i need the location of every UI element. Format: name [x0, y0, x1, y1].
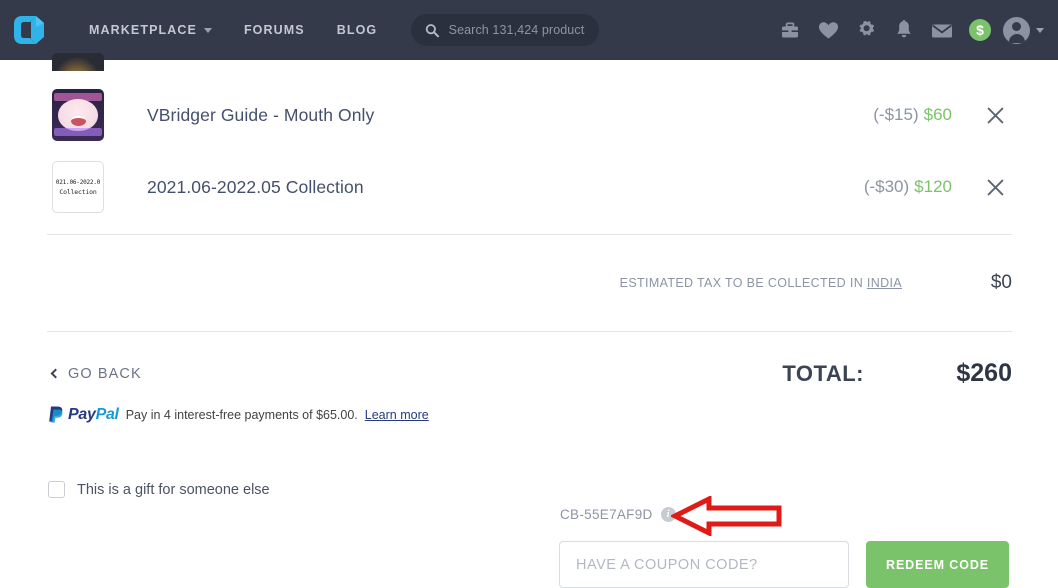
avatar-icon — [1003, 16, 1030, 44]
close-icon — [987, 107, 1003, 123]
coupon-input[interactable]: HAVE A COUPON CODE? — [559, 541, 849, 588]
applied-coupon-row: CB-55E7AF9D i — [560, 507, 676, 522]
nav-item-forums[interactable]: FORUMS — [228, 23, 321, 37]
total-label: TOTAL: — [782, 361, 864, 386]
go-back-button[interactable]: GO BACK — [50, 365, 142, 382]
search-placeholder: Search 131,424 products — [448, 23, 586, 37]
cart-item-right: (-$15) $60 — [873, 98, 1012, 132]
tax-country-link[interactable]: INDIA — [867, 276, 902, 290]
divider — [47, 331, 1012, 332]
divider — [47, 234, 1012, 235]
tax-row: ESTIMATED TAX TO BE COLLECTED IN INDIA $… — [52, 272, 1012, 294]
cart-item-price: (-$30) $120 — [864, 177, 952, 197]
cart-item-discount: (-$15) — [873, 105, 919, 124]
paypal-brand-second: Pal — [95, 405, 119, 423]
go-back-label: GO BACK — [68, 365, 142, 382]
product-thumbnail[interactable]: 021.06-2022.0 Collection — [52, 161, 104, 213]
cubebrush-logo-icon — [14, 16, 44, 44]
bell-icon[interactable] — [885, 11, 923, 49]
redeem-code-button[interactable]: REDEEM CODE — [866, 541, 1009, 588]
checkout-page: VBridger Guide - Mouth Only (-$15) $60 02… — [0, 53, 1058, 588]
thumbnail-text-line1: 021.06-2022.0 — [55, 178, 101, 186]
close-icon — [987, 179, 1003, 195]
paypal-logo-icon: PayPal — [48, 405, 119, 424]
product-thumbnail — [52, 53, 104, 71]
heart-icon[interactable] — [809, 11, 847, 49]
remove-item-button[interactable] — [978, 170, 1012, 204]
nav-label-blog: BLOG — [336, 23, 378, 37]
total-group: TOTAL: $260 — [782, 359, 1012, 388]
dollar-coin-icon[interactable]: $ — [961, 11, 999, 49]
thumbnail-text-line2: Collection — [59, 187, 97, 196]
paypal-learn-more-link[interactable]: Learn more — [365, 408, 429, 422]
gift-option: This is a gift for someone else — [48, 481, 270, 498]
total-row: GO BACK TOTAL: $260 — [50, 359, 1012, 388]
cart-item-price: (-$15) $60 — [873, 105, 952, 125]
paypal-message: Pay in 4 interest-free payments of $65.0… — [125, 407, 358, 422]
cart-item-discount: (-$30) — [863, 177, 910, 196]
cart-item-title[interactable]: VBridger Guide - Mouth Only — [147, 105, 374, 126]
site-logo[interactable] — [7, 8, 51, 52]
gift-label: This is a gift for someone else — [77, 481, 270, 498]
coupon-placeholder: HAVE A COUPON CODE? — [576, 556, 758, 573]
cart-item-title[interactable]: 2021.06-2022.05 Collection — [147, 177, 364, 198]
cart-item-right: (-$30) $120 — [864, 170, 1012, 204]
tax-label-text: ESTIMATED TAX TO BE COLLECTED IN — [619, 276, 864, 290]
left-pointing-arrow-icon — [669, 494, 782, 538]
gift-checkbox[interactable] — [48, 481, 65, 498]
tax-label: ESTIMATED TAX TO BE COLLECTED IN INDIA — [620, 276, 902, 290]
chevron-down-icon — [1036, 27, 1044, 33]
cart-item-row: 021.06-2022.0 Collection 2021.06-2022.05… — [52, 161, 1012, 213]
envelope-icon[interactable] — [923, 11, 961, 49]
dollar-glyph: $ — [969, 19, 991, 41]
nav-label-marketplace: MARKETPLACE — [89, 23, 197, 37]
coupon-code-text: CB-55E7AF9D — [560, 507, 653, 522]
header-icon-group: $ — [771, 0, 1044, 60]
cart-item-final-price: $60 — [923, 105, 952, 124]
nav-label-forums: FORUMS — [243, 23, 305, 37]
site-header: MARKETPLACE FORUMS BLOG Search 131,424 p… — [0, 0, 1058, 60]
paypal-mark-icon — [49, 406, 63, 423]
briefcase-icon[interactable] — [771, 11, 809, 49]
cart-item-partial — [52, 53, 104, 71]
search-input[interactable]: Search 131,424 products — [411, 14, 600, 46]
chevron-down-icon — [203, 27, 212, 33]
tax-value: $0 — [990, 272, 1012, 293]
nav-item-blog[interactable]: BLOG — [321, 23, 394, 37]
annotation-arrow — [669, 494, 783, 538]
cart-item-final-price: $120 — [914, 177, 952, 196]
nav-item-marketplace[interactable]: MARKETPLACE — [73, 23, 228, 37]
remove-item-button[interactable] — [978, 98, 1012, 132]
main-nav: MARKETPLACE FORUMS BLOG — [73, 23, 393, 37]
paypal-promo: PayPal Pay in 4 interest-free payments o… — [48, 405, 429, 424]
cart-item-row: VBridger Guide - Mouth Only (-$15) $60 — [52, 89, 1012, 141]
gear-icon[interactable] — [847, 11, 885, 49]
product-thumbnail[interactable] — [52, 89, 104, 141]
paypal-brand-first: Pay — [68, 405, 96, 423]
chevron-left-icon — [50, 368, 61, 378]
avatar[interactable] — [1003, 16, 1044, 44]
search-icon — [426, 23, 440, 37]
total-value: $260 — [956, 359, 1012, 387]
